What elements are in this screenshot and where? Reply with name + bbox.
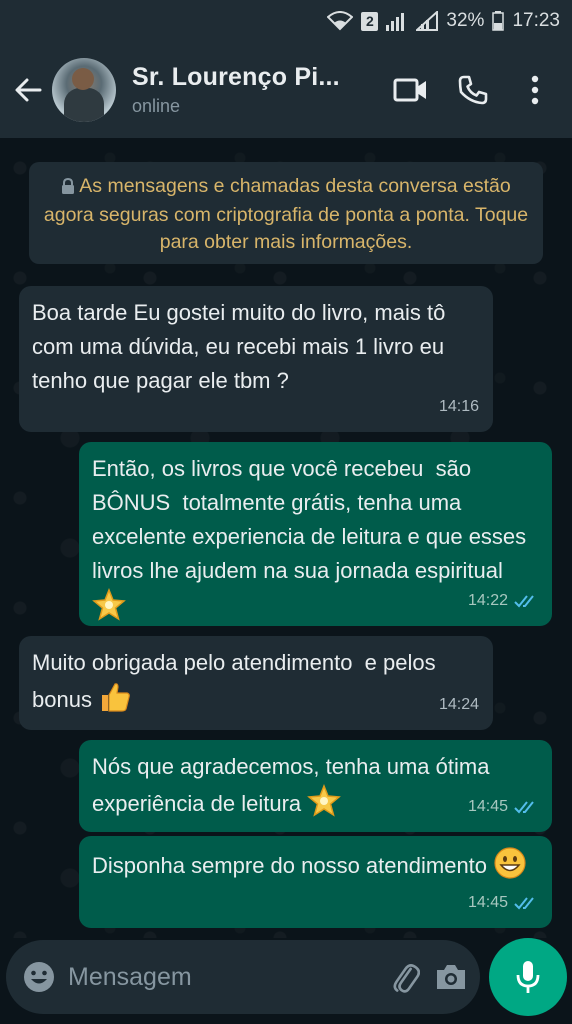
phone-icon — [458, 75, 488, 105]
chat-header: Sr. Lourenço Pi... online — [0, 42, 572, 138]
lock-icon — [61, 175, 75, 202]
message-time: 14:45 — [467, 798, 508, 815]
wifi-icon — [327, 11, 354, 31]
message-text: Nós que agradecemos, tenha uma ótima exp… — [92, 754, 496, 816]
attach-button[interactable] — [390, 954, 420, 1000]
message-time: 14:24 — [438, 696, 479, 713]
more-options-button[interactable] — [504, 60, 566, 120]
read-ticks-icon — [514, 801, 534, 814]
message-text: Disponha sempre do nosso atendimento — [92, 853, 488, 878]
battery-percent: 32% — [446, 10, 485, 31]
contact-name: Sr. Lourenço Pi... — [132, 63, 340, 91]
signal-icon-2 — [416, 11, 439, 31]
camera-icon — [437, 965, 465, 989]
message-text: Muito obrigada pelo atendimento e pelos … — [32, 650, 442, 712]
encryption-notice[interactable]: As mensagens e chamadas desta conversa e… — [29, 162, 543, 264]
battery-icon — [492, 11, 505, 31]
emoji-button[interactable] — [22, 959, 56, 995]
clock: 17:23 — [512, 10, 560, 31]
message-bubble-incoming[interactable]: Muito obrigada pelo atendimento e pelos … — [19, 636, 493, 730]
message-text: Boa tarde Eu gostei muito do livro, mais… — [32, 300, 452, 393]
message-bubble-outgoing[interactable]: Disponha sempre do nosso atendimento 14:… — [79, 836, 552, 928]
signal-icon — [386, 11, 408, 31]
contact-status: online — [132, 96, 181, 116]
encryption-notice-text: As mensagens e chamadas desta conversa e… — [43, 175, 529, 253]
read-ticks-icon — [514, 595, 534, 608]
message-bubble-outgoing[interactable]: Nós que agradecemos, tenha uma ótima exp… — [79, 740, 552, 832]
chat-area[interactable]: As mensagens e chamadas desta conversa e… — [0, 138, 572, 938]
smiley-icon — [24, 962, 54, 992]
microphone-icon — [516, 961, 540, 993]
status-bar: 2 32% 17:23 — [0, 0, 572, 42]
sim-badge: 2 — [361, 11, 379, 31]
read-ticks-icon — [514, 897, 534, 910]
message-time: 14:45 — [467, 894, 508, 911]
back-arrow-icon — [15, 78, 42, 102]
message-bubble-incoming[interactable]: Boa tarde Eu gostei muito do livro, mais… — [19, 286, 493, 432]
message-text: Então, os livros que você recebeu são BÔ… — [92, 456, 533, 583]
video-camera-icon — [393, 78, 426, 102]
glowing-star-icon — [307, 783, 342, 828]
video-call-button[interactable] — [380, 60, 442, 120]
camera-button[interactable] — [434, 954, 468, 1000]
glowing-star-icon — [92, 587, 126, 632]
voice-call-button[interactable] — [442, 60, 504, 120]
message-composer — [6, 940, 480, 1014]
message-bubble-outgoing[interactable]: Então, os livros que você recebeu são BÔ… — [79, 442, 552, 626]
back-button[interactable] — [4, 66, 52, 114]
contact-info[interactable]: Sr. Lourenço Pi... online — [132, 63, 380, 117]
message-time: 14:16 — [438, 398, 479, 415]
more-vertical-icon — [531, 75, 539, 105]
message-time: 14:22 — [467, 592, 508, 609]
thumbs-up-icon — [98, 680, 132, 724]
message-input[interactable] — [68, 947, 390, 1007]
paperclip-icon — [393, 964, 420, 993]
avatar[interactable] — [52, 58, 116, 122]
grinning-face-icon — [493, 846, 527, 890]
voice-record-button[interactable] — [489, 938, 567, 1016]
